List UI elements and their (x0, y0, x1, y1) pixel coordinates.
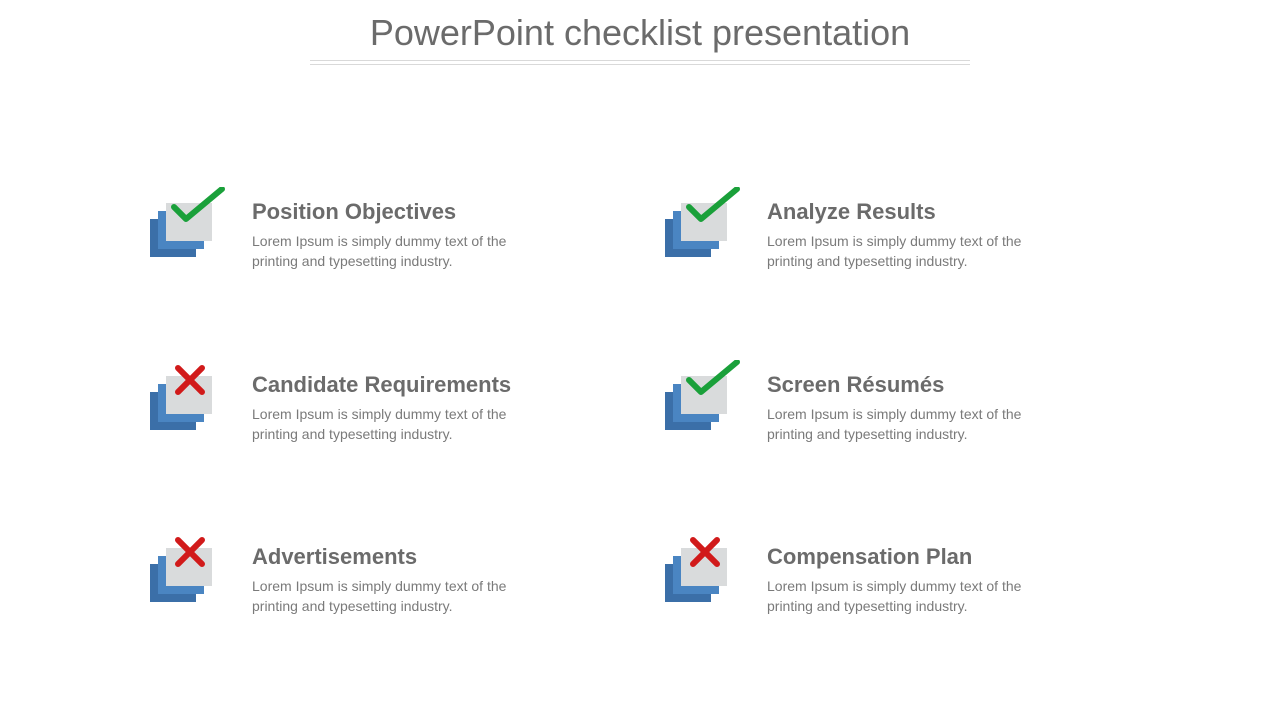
title-rule-1 (310, 60, 970, 61)
checklist-item: Screen Résumés Lorem Ipsum is simply dum… (665, 368, 1130, 445)
item-title: Screen Résumés (767, 372, 1047, 398)
title-block: PowerPoint checklist presentation (0, 0, 1280, 65)
checklist-item: Analyze Results Lorem Ipsum is simply du… (665, 195, 1130, 272)
page-title: PowerPoint checklist presentation (366, 12, 914, 60)
cross-icon (168, 360, 228, 400)
stacked-card-cross-icon (150, 368, 228, 430)
item-title: Compensation Plan (767, 544, 1047, 570)
cross-icon (168, 532, 228, 572)
item-desc: Lorem Ipsum is simply dummy text of the … (767, 576, 1047, 617)
stacked-card-check-icon (665, 195, 743, 257)
check-icon (683, 187, 743, 227)
stacked-card-check-icon (150, 195, 228, 257)
checklist-item: Candidate Requirements Lorem Ipsum is si… (150, 368, 615, 445)
stacked-card-cross-icon (150, 540, 228, 602)
checklist-item: Position Objectives Lorem Ipsum is simpl… (150, 195, 615, 272)
item-desc: Lorem Ipsum is simply dummy text of the … (252, 576, 532, 617)
item-desc: Lorem Ipsum is simply dummy text of the … (252, 404, 532, 445)
stacked-card-check-icon (665, 368, 743, 430)
stacked-card-cross-icon (665, 540, 743, 602)
item-title: Candidate Requirements (252, 372, 532, 398)
item-desc: Lorem Ipsum is simply dummy text of the … (767, 404, 1047, 445)
check-icon (683, 360, 743, 400)
item-title: Advertisements (252, 544, 532, 570)
check-icon (168, 187, 228, 227)
item-title: Analyze Results (767, 199, 1047, 225)
checklist-grid: Position Objectives Lorem Ipsum is simpl… (0, 65, 1280, 617)
checklist-item: Compensation Plan Lorem Ipsum is simply … (665, 540, 1130, 617)
checklist-item: Advertisements Lorem Ipsum is simply dum… (150, 540, 615, 617)
cross-icon (683, 532, 743, 572)
item-title: Position Objectives (252, 199, 532, 225)
item-desc: Lorem Ipsum is simply dummy text of the … (767, 231, 1047, 272)
item-desc: Lorem Ipsum is simply dummy text of the … (252, 231, 532, 272)
